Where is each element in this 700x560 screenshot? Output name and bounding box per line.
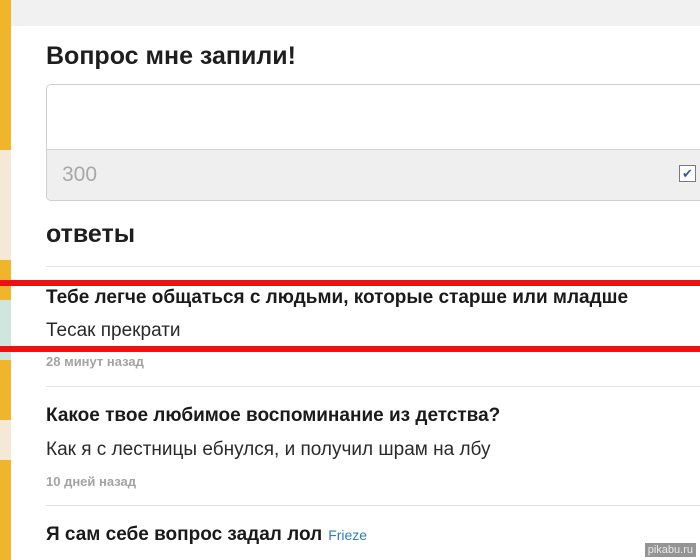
question-author-link[interactable]: Frieze: [328, 527, 367, 543]
watermark: pikabu.ru: [644, 543, 696, 557]
answers-heading: ответы: [46, 220, 136, 248]
ask-form-footer: 300 ✔: [47, 149, 700, 200]
ask-question-form: 300 ✔: [46, 84, 700, 201]
answer-time[interactable]: 10 дней назад: [46, 474, 136, 489]
question-text[interactable]: Тебе легче общаться с людьми, которые ст…: [46, 287, 628, 309]
answer-time[interactable]: 28 минут назад: [46, 354, 144, 369]
background-decoration: [0, 150, 11, 260]
highlight-line-top: [0, 280, 700, 286]
top-bar: [11, 0, 700, 26]
answer-text: Как я с лестницы ебнулся, и получил шрам…: [46, 439, 491, 460]
question-text[interactable]: Какое твое любимое воспоминание из детст…: [46, 405, 500, 427]
background-decoration: [0, 420, 11, 460]
char-counter: 300: [62, 163, 98, 186]
question-text[interactable]: Я сам себе вопрос задал лол: [46, 524, 322, 545]
divider: [46, 386, 700, 387]
answer-text: Тесак прекрати: [46, 320, 181, 341]
question-input[interactable]: [47, 85, 700, 149]
anonymous-checkbox[interactable]: ✔: [679, 165, 696, 182]
highlight-line-bottom: [0, 346, 700, 352]
divider: [46, 505, 700, 506]
ask-form-title: Вопрос мне запили!: [46, 42, 296, 70]
divider: [46, 266, 700, 267]
question-item: Я сам себе вопрос задал лол Frieze: [46, 524, 367, 546]
